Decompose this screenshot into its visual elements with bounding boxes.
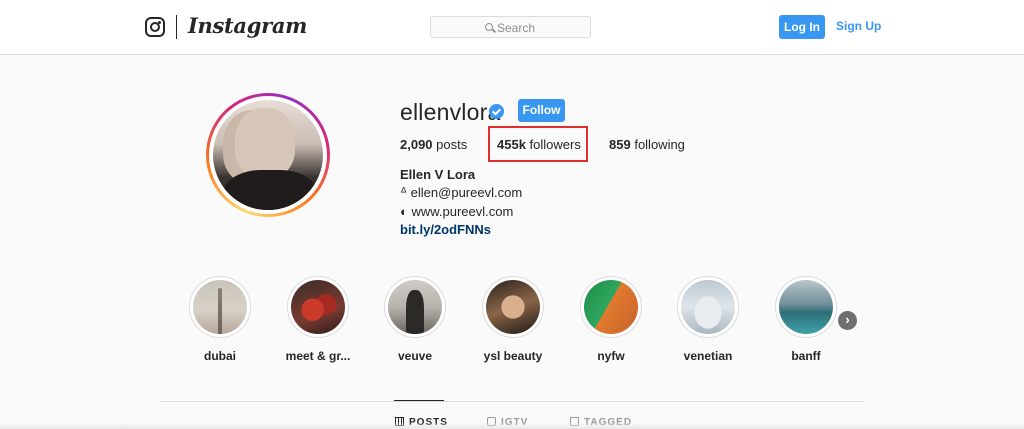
highlight-label: venetian bbox=[683, 349, 733, 363]
posts-label: posts bbox=[436, 137, 468, 152]
highlight-veuve[interactable] bbox=[384, 276, 446, 338]
posts-count-stat: 2,090 posts bbox=[400, 137, 467, 152]
instagram-wordmark[interactable]: Instagram bbox=[188, 13, 307, 38]
top-navigation-bar: Instagram Search Log In Sign Up bbox=[0, 0, 1024, 55]
following-count-stat[interactable]: 859 following bbox=[609, 137, 685, 152]
profile-full-name: Ellen V Lora bbox=[400, 167, 476, 182]
signup-link[interactable]: Sign Up bbox=[836, 19, 881, 33]
profile-avatar-story-ring[interactable] bbox=[206, 93, 330, 217]
highlight-cover-image bbox=[193, 280, 247, 334]
highlight-cover-image bbox=[388, 280, 442, 334]
logo-divider bbox=[176, 15, 177, 39]
highlight-venetian[interactable] bbox=[677, 276, 739, 338]
tabs-divider bbox=[160, 401, 864, 402]
highlight-meet-and-greet[interactable] bbox=[287, 276, 349, 338]
highlight-label: meet & gr... bbox=[285, 349, 351, 363]
verified-badge-icon bbox=[489, 104, 504, 119]
following-count: 859 bbox=[609, 137, 631, 152]
chevron-right-icon[interactable]: › bbox=[838, 311, 857, 330]
highlight-label: dubai bbox=[204, 349, 236, 363]
instagram-camera-icon[interactable] bbox=[145, 17, 165, 37]
search-placeholder: Search bbox=[497, 21, 536, 35]
profile-avatar bbox=[213, 100, 323, 210]
highlight-nyfw[interactable] bbox=[580, 276, 642, 338]
highlight-cover-image bbox=[681, 280, 735, 334]
active-tab-indicator bbox=[394, 400, 444, 401]
follow-button[interactable]: Follow bbox=[518, 99, 565, 122]
following-label: following bbox=[634, 137, 685, 152]
followers-annotation-box bbox=[488, 126, 588, 162]
login-button[interactable]: Log In bbox=[779, 15, 825, 39]
highlight-cover-image bbox=[584, 280, 638, 334]
highlight-dubai[interactable] bbox=[189, 276, 251, 338]
bio-external-link[interactable]: bit.ly/2odFNNs bbox=[400, 222, 491, 237]
highlight-cover-image bbox=[486, 280, 540, 334]
highlight-label: veuve bbox=[397, 349, 433, 363]
posts-count: 2,090 bbox=[400, 137, 433, 152]
highlight-cover-image bbox=[291, 280, 345, 334]
highlight-label: ysl beauty bbox=[483, 349, 543, 363]
highlight-label: banff bbox=[791, 349, 821, 363]
search-icon bbox=[485, 23, 493, 31]
bio-email: ᐞ ellen@pureevl.com bbox=[400, 185, 523, 200]
bottom-fade bbox=[0, 422, 1024, 429]
highlight-label: nyfw bbox=[597, 349, 625, 363]
bio-website: ◐ www.pureevl.com bbox=[400, 204, 514, 219]
search-input[interactable]: Search bbox=[430, 16, 591, 38]
highlight-banff[interactable] bbox=[775, 276, 837, 338]
profile-username: ellenvlora bbox=[400, 99, 501, 125]
highlight-cover-image bbox=[779, 280, 833, 334]
avatar-inner-border bbox=[209, 96, 327, 214]
highlight-ysl-beauty[interactable] bbox=[482, 276, 544, 338]
